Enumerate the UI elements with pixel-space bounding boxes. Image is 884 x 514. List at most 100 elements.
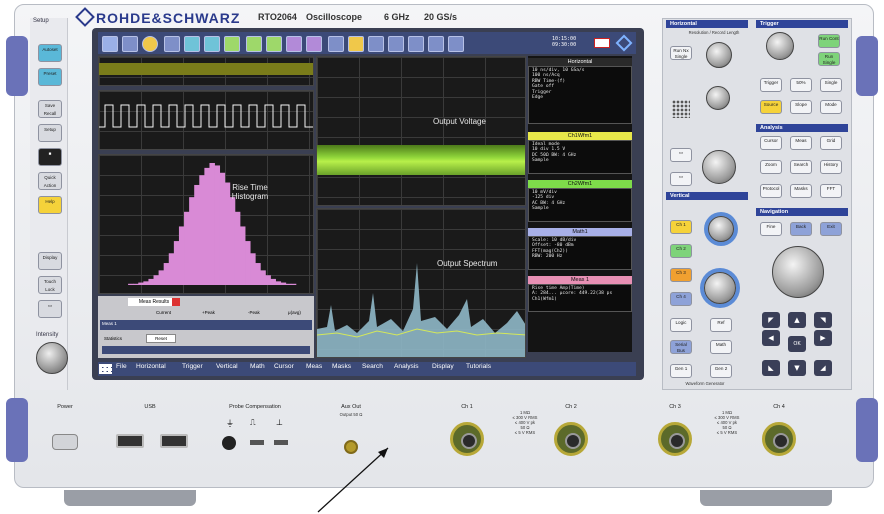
hardware-zoom-icon[interactable] <box>204 36 220 52</box>
zoom-button[interactable]: Zoom <box>760 160 782 174</box>
vertical-scale-knob[interactable] <box>704 272 736 304</box>
autoset-button[interactable]: Autoset <box>38 44 62 62</box>
nav-left-icon[interactable]: ◀ <box>762 330 780 346</box>
usb-port-1[interactable] <box>116 434 144 448</box>
histogram-icon[interactable] <box>266 36 282 52</box>
gen1-button[interactable]: Gen 1 <box>670 364 692 378</box>
masks-button[interactable]: Masks <box>790 184 812 198</box>
meas-button[interactable]: Meas <box>790 136 812 150</box>
run-nx-single-button[interactable]: Run Nx Single <box>670 46 692 60</box>
logic-button[interactable]: Logic <box>670 318 692 332</box>
save-recall-button[interactable]: Save Recall <box>38 100 62 118</box>
nav-ok-button[interactable]: OK <box>788 336 806 352</box>
history-button[interactable]: History <box>820 160 842 174</box>
grid-button[interactable]: Grid <box>820 136 842 150</box>
fft-icon[interactable] <box>328 36 344 52</box>
math-info-head[interactable]: Math1 <box>528 228 632 236</box>
rise-time-histogram[interactable]: Rise Time Histogram <box>98 154 314 294</box>
vertical-offset-knob[interactable] <box>708 216 734 242</box>
preset-button[interactable]: Preset <box>38 68 62 86</box>
run-cont-button[interactable]: Run Cont <box>818 34 840 48</box>
math-button[interactable]: Math <box>710 340 732 354</box>
setup-button[interactable]: Setup <box>38 124 62 142</box>
cursor-button[interactable]: Cursor <box>760 136 782 150</box>
trigger-level-knob[interactable] <box>766 32 794 60</box>
fine-button[interactable]: Fine <box>760 222 782 236</box>
ch2-button[interactable]: Ch 2 <box>670 244 692 258</box>
trigger-button[interactable]: Trigger <box>760 78 782 92</box>
redo-icon[interactable] <box>122 36 138 52</box>
run-single-button[interactable]: Run Single <box>818 52 840 66</box>
acquire-button[interactable]: ▭ <box>670 172 692 186</box>
menu-search[interactable]: Search <box>362 363 383 370</box>
cursor-icon[interactable] <box>224 36 240 52</box>
screen-icon-button[interactable]: ▭ <box>38 300 62 318</box>
search-icon[interactable] <box>306 36 322 52</box>
menu-math[interactable]: Math <box>250 363 265 370</box>
probe-comp-pin-2[interactable] <box>274 440 288 445</box>
probe-comp-pin-1[interactable] <box>250 440 264 445</box>
protocol-button[interactable]: Protocol <box>760 184 782 198</box>
fifty-percent-button[interactable]: 50% <box>790 78 812 92</box>
camera-icon[interactable]: ■ <box>38 148 62 166</box>
single-button[interactable]: Single <box>820 78 842 92</box>
annotation-icon[interactable] <box>388 36 404 52</box>
ch3-input-connector[interactable] <box>658 422 692 456</box>
print-icon[interactable] <box>428 36 444 52</box>
ch1-button[interactable]: Ch 1 <box>670 220 692 234</box>
search-button[interactable]: Search <box>790 160 812 174</box>
display-button[interactable]: Display <box>38 252 62 270</box>
menu-masks[interactable]: Masks <box>332 363 351 370</box>
close-icon[interactable] <box>172 298 180 306</box>
help-button[interactable]: Help <box>38 196 62 214</box>
mask-icon[interactable] <box>286 36 302 52</box>
menu-horizontal[interactable]: Horizontal <box>136 363 166 370</box>
back-button[interactable]: Back <box>790 222 812 236</box>
gen2-button[interactable]: Gen 2 <box>710 364 732 378</box>
nav-bottomright-icon[interactable]: ◢ <box>814 360 832 376</box>
ref-button[interactable]: Ref <box>710 318 732 332</box>
intensity-knob[interactable] <box>36 342 68 374</box>
reset-button[interactable]: Reset <box>146 334 176 343</box>
ch2-input-connector[interactable] <box>554 422 588 456</box>
horizontal-scale-knob[interactable] <box>702 150 736 184</box>
nav-bottomleft-icon[interactable]: ◣ <box>762 360 780 376</box>
mode-button[interactable]: Mode <box>820 100 842 114</box>
usb-port-2[interactable] <box>160 434 188 448</box>
nav-topleft-icon[interactable]: ◤ <box>762 312 780 328</box>
power-button[interactable] <box>52 434 78 450</box>
ch4-button[interactable]: Ch 4 <box>670 292 692 306</box>
nav-down-icon[interactable]: ▼ <box>788 360 806 376</box>
nav-up-icon[interactable]: ▲ <box>788 312 806 328</box>
slope-button[interactable]: Slope <box>790 100 812 114</box>
measure-icon[interactable] <box>246 36 262 52</box>
overview-waveform[interactable] <box>98 56 314 86</box>
nav-right-icon[interactable]: ▶ <box>814 330 832 346</box>
menu-trigger[interactable]: Trigger <box>182 363 203 370</box>
scroll-icon[interactable] <box>408 36 424 52</box>
menu-analysis[interactable]: Analysis <box>394 363 419 370</box>
ch2-info-head[interactable]: Ch2Wfm1 <box>528 180 632 188</box>
touch-lock-button[interactable]: Touch Lock <box>38 276 62 294</box>
protocol-icon[interactable] <box>368 36 384 52</box>
horizontal-info-head[interactable]: Horizontal <box>528 58 632 66</box>
undo-icon[interactable] <box>102 36 118 52</box>
menu-vertical[interactable]: Vertical <box>216 363 238 370</box>
output-voltage-waveform[interactable]: Output Voltage <box>316 56 526 206</box>
scroll-bar[interactable] <box>102 346 310 354</box>
digital-waveform[interactable] <box>98 90 314 150</box>
exit-button[interactable]: Exit <box>820 222 842 236</box>
apps-grid-icon[interactable] <box>99 364 112 374</box>
horizontal-zoom-button[interactable]: ▭ <box>670 148 692 162</box>
menu-display[interactable]: Display <box>432 363 454 370</box>
serial-bus-button[interactable]: Serial Bus <box>670 340 692 354</box>
menu-file[interactable]: File <box>116 363 127 370</box>
fft-button[interactable]: FFT <box>820 184 842 198</box>
flag-icon[interactable] <box>594 38 610 48</box>
ch3-button[interactable]: Ch 3 <box>670 268 692 282</box>
meas-info-head[interactable]: Meas 1 <box>528 276 632 284</box>
horizontal-resolution-knob[interactable] <box>706 42 732 68</box>
nav-topright-icon[interactable]: ◥ <box>814 312 832 328</box>
delete-icon[interactable] <box>448 36 464 52</box>
horizontal-position-knob[interactable] <box>706 86 730 110</box>
